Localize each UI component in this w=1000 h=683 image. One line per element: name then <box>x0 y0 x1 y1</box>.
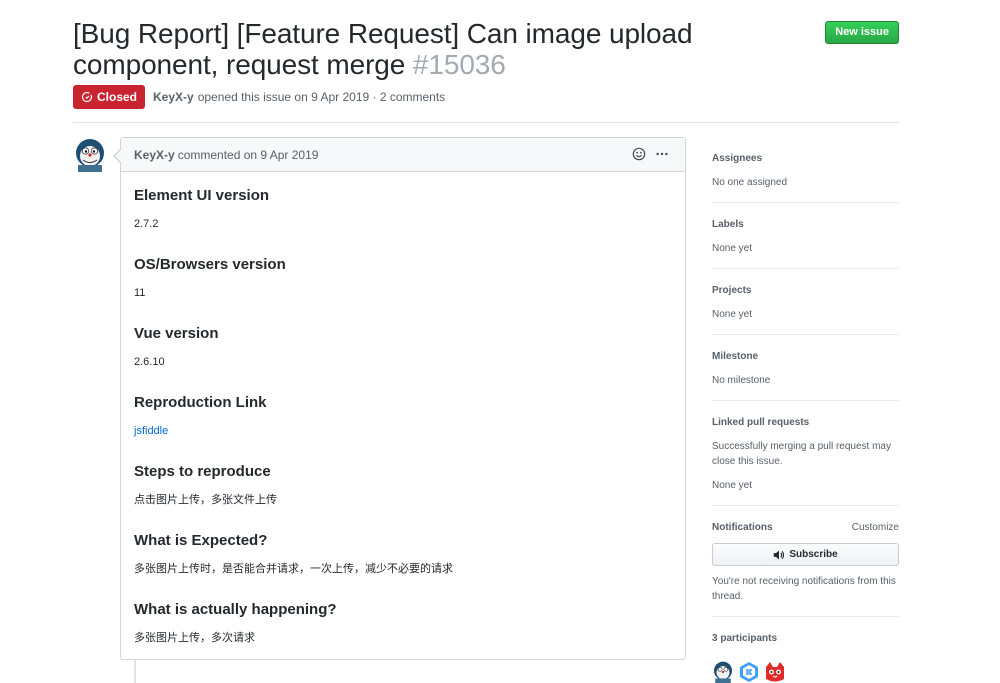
participant-avatar[interactable] <box>712 661 734 683</box>
section-heading: What is Expected? <box>134 532 268 549</box>
section-heading: Vue version <box>134 325 219 342</box>
section-value: 11 <box>134 287 146 299</box>
sidebar-heading: 3 participants <box>712 633 778 644</box>
issue-header: [Bug Report] [Feature Request] Can image… <box>73 18 899 80</box>
participant-avatars <box>712 661 899 683</box>
issue-author-link[interactable]: KeyX-y <box>153 90 194 104</box>
section-value: 2.7.2 <box>134 218 159 230</box>
sidebar-value: No milestone <box>712 375 771 386</box>
sidebar-labels[interactable]: Labels None yet <box>712 203 899 269</box>
customize-link[interactable]: Customize <box>852 522 899 533</box>
sidebar-heading: Projects <box>712 285 752 296</box>
new-issue-button[interactable]: New issue <box>825 21 899 44</box>
add-reaction-button[interactable] <box>632 147 646 161</box>
section-value: 多张图片上传时，是否能合并请求，一次上传，减少不必要的请求 <box>134 563 453 575</box>
sidebar-participants: 3 participants <box>712 617 899 683</box>
smiley-icon <box>632 147 646 161</box>
kebab-horizontal-icon <box>656 152 668 156</box>
section-heading: Reproduction Link <box>134 394 267 411</box>
sidebar-linked-pull-requests[interactable]: Linked pull requests Successfully mergin… <box>712 401 899 506</box>
participant-avatar[interactable] <box>738 661 760 683</box>
section-heading: Steps to reproduce <box>134 463 271 480</box>
comment-author-link[interactable]: KeyX-y <box>134 148 175 162</box>
comment-header: KeyX-y commented on 9 Apr 2019 <box>121 138 685 172</box>
avatar[interactable] <box>73 138 107 172</box>
header-divider <box>73 122 899 123</box>
section-value: 2.6.10 <box>134 356 165 368</box>
sidebar-heading: Linked pull requests <box>712 417 810 428</box>
sidebar-value: None yet <box>712 309 753 320</box>
sidebar-heading: Milestone <box>712 351 759 362</box>
issue-title-text: [Bug Report] [Feature Request] Can image… <box>73 18 693 80</box>
issue-sidebar: Assignees No one assigned Labels None ye… <box>712 137 899 683</box>
participant-avatar-image <box>738 661 760 683</box>
sidebar-value: None yet <box>712 480 753 491</box>
subscribe-label: Subscribe <box>789 549 838 560</box>
issue-title: [Bug Report] [Feature Request] Can image… <box>73 18 823 80</box>
sidebar-assignees[interactable]: Assignees No one assigned <box>712 137 899 203</box>
issue-meta: Closed KeyX-y opened this issue on 9 Apr… <box>73 85 445 109</box>
reproduction-link[interactable]: jsfiddle <box>134 425 168 437</box>
comment-date: commented on 9 Apr 2019 <box>177 147 319 162</box>
section-value: 点击图片上传，多张文件上传 <box>134 494 277 506</box>
issue-closed-icon <box>81 91 93 103</box>
issue-comment: KeyX-y commented on 9 Apr 2019 Element U… <box>113 137 686 660</box>
comment-body: Element UI version 2.7.2 OS/Browsers ver… <box>121 172 685 669</box>
comment-actions <box>623 147 669 161</box>
sidebar-note: Successfully merging a pull request may … <box>712 441 891 467</box>
unmute-icon <box>774 550 785 559</box>
issue-opened-text: opened this issue on 9 Apr 2019 · 2 comm… <box>197 90 446 104</box>
avatar-image <box>73 138 107 172</box>
participant-avatar-image <box>764 661 786 683</box>
sidebar-value: No one assigned <box>712 177 788 188</box>
sidebar-milestone[interactable]: Milestone No milestone <box>712 335 899 401</box>
sidebar-heading: Assignees <box>712 153 763 164</box>
section-value: jsfiddle <box>134 413 672 462</box>
comment-options-button[interactable] <box>655 147 669 161</box>
participant-avatar-image <box>712 661 734 683</box>
sidebar-notifications: Notifications Customize Subscribe You're… <box>712 506 899 617</box>
section-heading: OS/Browsers version <box>134 256 286 273</box>
participant-avatar[interactable] <box>764 661 786 683</box>
section-heading: What is actually happening? <box>134 601 337 618</box>
sidebar-heading: Labels <box>712 219 744 230</box>
subscribe-button[interactable]: Subscribe <box>712 543 899 566</box>
issue-number: #15036 <box>412 49 506 80</box>
section-value: 多张图片上传，多次请求 <box>134 632 255 644</box>
section-heading: Element UI version <box>134 187 270 204</box>
status-badge: Closed <box>73 85 146 109</box>
notifications-note: You're not receiving notifications from … <box>712 576 896 602</box>
status-label: Closed <box>97 90 138 104</box>
sidebar-value: None yet <box>712 243 753 254</box>
sidebar-projects[interactable]: Projects None yet <box>712 269 899 335</box>
